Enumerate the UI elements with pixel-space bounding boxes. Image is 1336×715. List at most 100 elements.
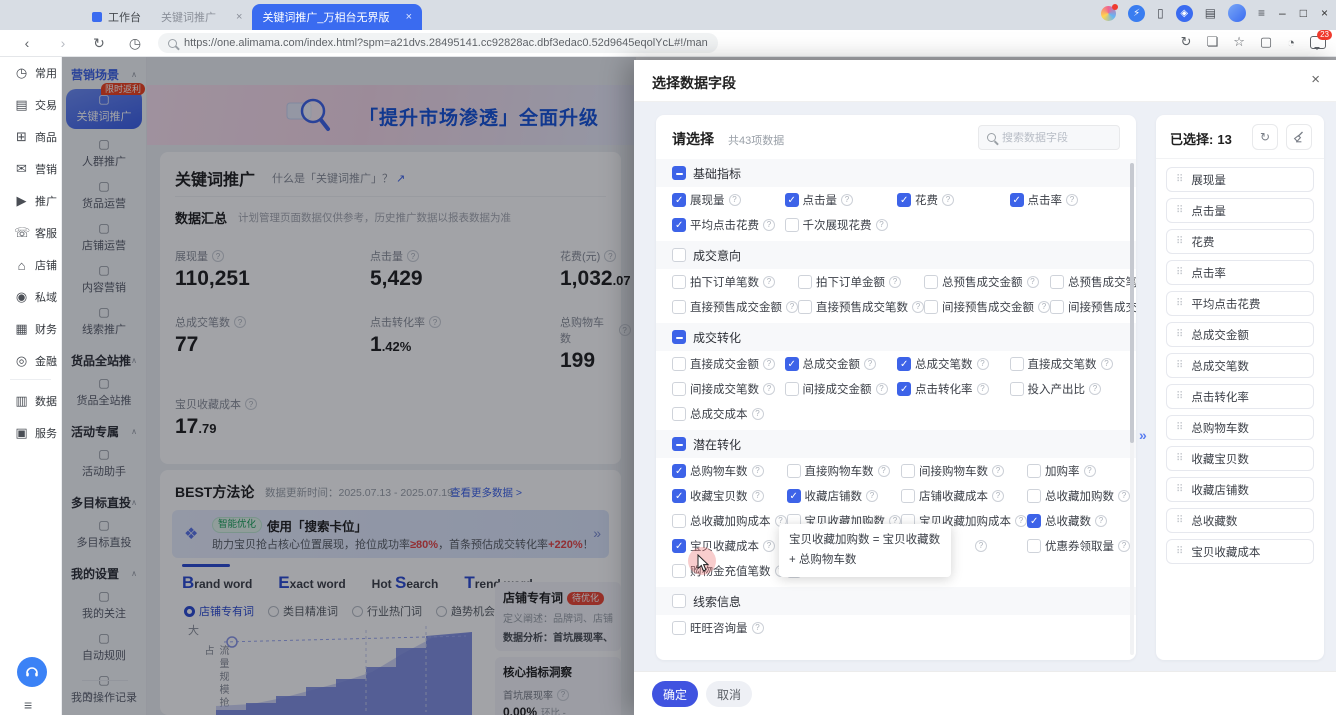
- drag-handle-icon[interactable]: ⠿: [1176, 236, 1183, 247]
- selected-field-pill[interactable]: ⠿ 收藏店铺数: [1166, 477, 1314, 502]
- rail-item[interactable]: ◎ 金融: [0, 345, 61, 377]
- field-checkbox[interactable]: [798, 275, 812, 289]
- group-checkbox[interactable]: [672, 166, 686, 180]
- rail-item[interactable]: ▥ 数据: [0, 385, 61, 417]
- help-icon[interactable]: [752, 490, 764, 502]
- field-checkbox-item[interactable]: 直接预售成交金额: [672, 294, 798, 319]
- field-checkbox-item[interactable]: 总成交金额: [785, 351, 898, 376]
- field-checkbox-item[interactable]: 投入产出比: [1010, 376, 1123, 401]
- avatar[interactable]: [1228, 4, 1246, 22]
- help-icon[interactable]: [763, 358, 775, 370]
- field-checkbox-item[interactable]: 花费: [897, 187, 1010, 212]
- field-checkbox-item[interactable]: 收藏宝贝数: [672, 483, 787, 508]
- field-checkbox-item[interactable]: 直接成交金额: [672, 351, 785, 376]
- scrollbar[interactable]: [1130, 163, 1134, 655]
- field-checkbox[interactable]: [1027, 489, 1041, 503]
- rail-item[interactable]: ⊞ 商品: [0, 121, 61, 153]
- rail-item[interactable]: ▣ 服务: [0, 417, 61, 449]
- minimize-icon[interactable]: –: [1279, 6, 1286, 20]
- drag-handle-icon[interactable]: ⠿: [1176, 360, 1183, 371]
- field-checkbox-item[interactable]: 加购率: [1027, 458, 1130, 483]
- field-checkbox-item[interactable]: 总成交成本: [672, 401, 785, 426]
- help-icon[interactable]: [977, 358, 989, 370]
- field-checkbox-item[interactable]: 优惠券领取量: [1027, 533, 1130, 558]
- field-checkbox-item[interactable]: 总收藏加购成本: [672, 508, 787, 533]
- help-icon[interactable]: [1089, 383, 1101, 395]
- field-checkbox[interactable]: [1027, 539, 1041, 553]
- field-checkbox[interactable]: [785, 218, 799, 232]
- drag-handle-icon[interactable]: ⠿: [1176, 267, 1183, 278]
- rail-item[interactable]: ✉ 营销: [0, 153, 61, 185]
- help-icon[interactable]: [752, 622, 764, 634]
- help-icon[interactable]: [1095, 515, 1107, 527]
- selected-field-pill[interactable]: ⠿ 总成交笔数: [1166, 353, 1314, 378]
- help-icon[interactable]: [992, 465, 1004, 477]
- field-checkbox-item[interactable]: 直接购物车数: [787, 458, 902, 483]
- help-icon[interactable]: [889, 276, 901, 288]
- help-icon[interactable]: [841, 194, 853, 206]
- browser-menu-icon[interactable]: ≡: [1258, 6, 1265, 20]
- field-checkbox[interactable]: [1010, 357, 1024, 371]
- close-icon[interactable]: ×: [236, 11, 242, 23]
- field-checkbox-item[interactable]: 总收藏加购数: [1027, 483, 1130, 508]
- field-checkbox-item[interactable]: 拍下订单金额: [798, 269, 924, 294]
- field-checkbox-item[interactable]: 点击转化率: [897, 376, 1010, 401]
- field-checkbox[interactable]: [787, 489, 801, 503]
- selected-field-pill[interactable]: ⠿ 点击量: [1166, 198, 1314, 223]
- field-checkbox-item[interactable]: 总收藏数: [1027, 508, 1130, 533]
- field-checkbox-item[interactable]: 展现量: [672, 187, 785, 212]
- field-checkbox-item[interactable]: 总预售成交金额: [924, 269, 1050, 294]
- help-icon[interactable]: [1118, 490, 1130, 502]
- field-checkbox[interactable]: [672, 300, 686, 314]
- reset-order-button[interactable]: ↻: [1252, 124, 1278, 150]
- scrollbar-thumb[interactable]: [1130, 163, 1134, 443]
- field-checkbox-item[interactable]: 间接预售成交金额: [924, 294, 1050, 319]
- help-icon[interactable]: [942, 194, 954, 206]
- field-checkbox[interactable]: [785, 382, 799, 396]
- field-checkbox[interactable]: [924, 300, 938, 314]
- notes-icon[interactable]: ▤: [1205, 6, 1216, 20]
- field-checkbox-item[interactable]: 间接预售成交笔数: [1050, 294, 1136, 319]
- drag-handle-icon[interactable]: ⠿: [1176, 298, 1183, 309]
- field-group-header[interactable]: 成交转化: [656, 323, 1136, 351]
- help-icon[interactable]: [864, 358, 876, 370]
- selected-field-pill[interactable]: ⠿ 总购物车数: [1166, 415, 1314, 440]
- field-checkbox[interactable]: [1050, 300, 1064, 314]
- drag-handle-icon[interactable]: ⠿: [1176, 546, 1183, 557]
- field-checkbox[interactable]: [672, 621, 686, 635]
- confirm-button[interactable]: 确定: [652, 681, 698, 707]
- help-icon[interactable]: [912, 301, 924, 313]
- field-group-header[interactable]: 成交意向: [656, 241, 1136, 269]
- field-checkbox[interactable]: [672, 514, 686, 528]
- selected-field-pill[interactable]: ⠿ 点击率: [1166, 260, 1314, 285]
- help-icon[interactable]: [1101, 358, 1113, 370]
- field-checkbox[interactable]: [672, 564, 686, 578]
- selected-field-pill[interactable]: ⠿ 宝贝收藏成本: [1166, 539, 1314, 564]
- field-checkbox-item[interactable]: 点击率: [1010, 187, 1123, 212]
- phone-icon[interactable]: ▯: [1157, 6, 1164, 20]
- drag-handle-icon[interactable]: ⠿: [1176, 205, 1183, 216]
- close-icon[interactable]: ×: [406, 11, 412, 23]
- selected-field-pill[interactable]: ⠿ 展现量: [1166, 167, 1314, 192]
- help-icon[interactable]: [878, 465, 890, 477]
- browser-tab-workbench[interactable]: 工作台 关键词推广 ×: [82, 4, 252, 30]
- help-assistant-button[interactable]: [17, 657, 47, 687]
- field-group-header[interactable]: 潜在转化: [656, 430, 1136, 458]
- help-icon[interactable]: [975, 540, 987, 552]
- help-icon[interactable]: [977, 383, 989, 395]
- field-checkbox[interactable]: [672, 382, 686, 396]
- drag-handle-icon[interactable]: ⠿: [1176, 484, 1183, 495]
- field-checkbox-item[interactable]: 直接预售成交笔数: [798, 294, 924, 319]
- selected-field-pill[interactable]: ⠿ 收藏宝贝数: [1166, 446, 1314, 471]
- field-checkbox[interactable]: [924, 275, 938, 289]
- help-icon[interactable]: [866, 490, 878, 502]
- rail-item[interactable]: ◷ 常用: [0, 57, 61, 89]
- field-checkbox[interactable]: [901, 464, 915, 478]
- drag-handle-icon[interactable]: ⠿: [1176, 453, 1183, 464]
- field-checkbox-item[interactable]: 总购物车数: [672, 458, 787, 483]
- help-icon[interactable]: [752, 408, 764, 420]
- field-checkbox-item[interactable]: 直接成交笔数: [1010, 351, 1123, 376]
- lightning-icon[interactable]: ⚡: [1128, 5, 1145, 22]
- url-bar[interactable]: https://one.alimama.com/index.html?spm=a…: [158, 33, 718, 53]
- help-icon[interactable]: [1027, 276, 1039, 288]
